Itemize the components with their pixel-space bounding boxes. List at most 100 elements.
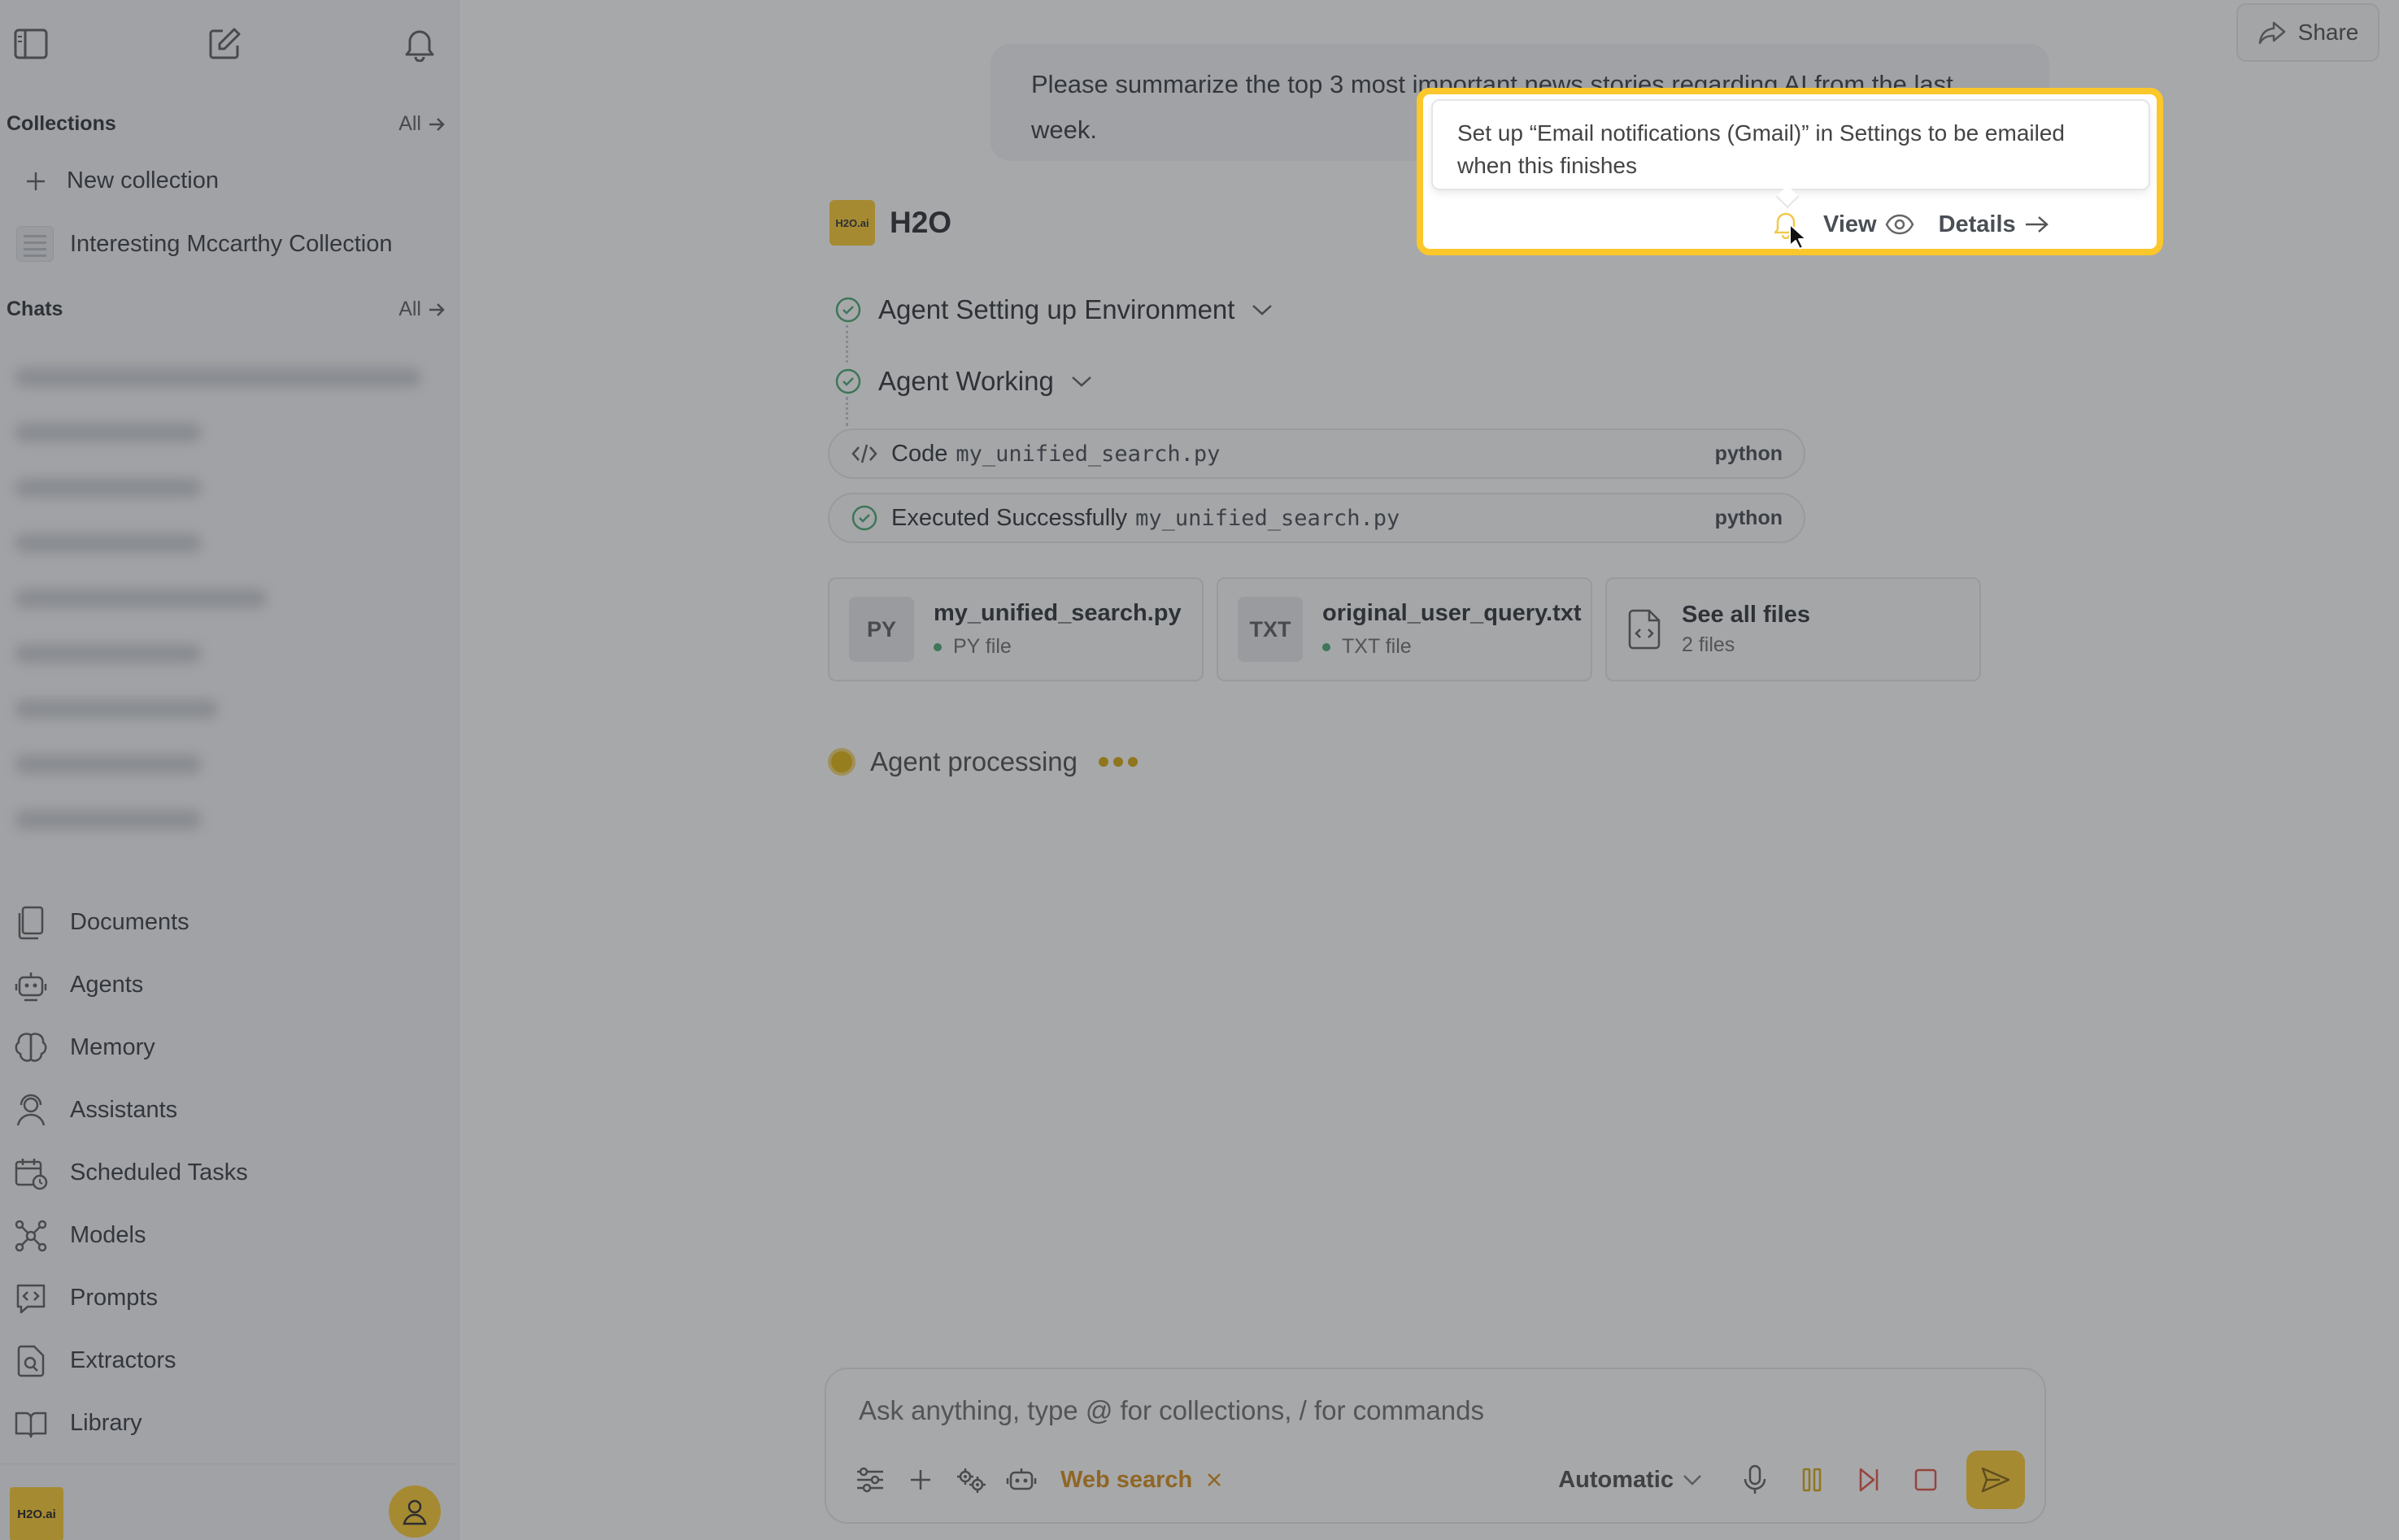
code-row-label: Code: [891, 440, 948, 467]
details-button[interactable]: Details: [1939, 211, 2050, 238]
nav-documents[interactable]: Documents: [13, 891, 444, 954]
chats-header: Chats All: [7, 298, 446, 321]
executed-row-filename: my_unified_search.py: [1135, 505, 1400, 531]
file-card-txt[interactable]: TXT original_user_query.txt TXT file: [1217, 577, 1592, 681]
nav-extractors[interactable]: Extractors: [13, 1329, 444, 1392]
nav-agents-label: Agents: [70, 972, 144, 998]
book-icon: [13, 1406, 49, 1442]
file-name: original_user_query.txt: [1322, 600, 1582, 626]
pause-icon[interactable]: [1796, 1464, 1828, 1496]
tooltip: Set up “Email notifications (Gmail)” in …: [1431, 99, 2150, 190]
composer-tools: Web search: [854, 1464, 1223, 1496]
bell-icon[interactable]: [398, 23, 441, 65]
composer: Ask anything, type @ for collections, / …: [825, 1368, 2046, 1524]
file-search-icon: [13, 1343, 49, 1379]
robot-icon: [13, 968, 49, 1003]
avatar[interactable]: [389, 1486, 441, 1538]
calendar-clock-icon: [13, 1155, 49, 1191]
assistant-icon: [13, 1093, 49, 1129]
view-button[interactable]: View: [1823, 211, 1914, 238]
nav-scheduled-tasks[interactable]: Scheduled Tasks: [13, 1142, 444, 1204]
collections-all-link[interactable]: All: [398, 112, 446, 136]
new-collection-button[interactable]: New collection: [24, 167, 219, 194]
nav-memory[interactable]: Memory: [13, 1016, 444, 1079]
prompt-icon: [13, 1281, 49, 1316]
agent-header: H2O.ai H2O: [829, 200, 951, 246]
file-card-py[interactable]: PY my_unified_search.py PY file: [828, 577, 1204, 681]
web-search-label: Web search: [1060, 1466, 1193, 1493]
share-button[interactable]: Share: [2236, 3, 2379, 62]
network-icon: [13, 1218, 49, 1254]
sidebar-nav: Documents Agents Memory Assistants Sched…: [13, 891, 444, 1455]
step-working[interactable]: Agent Working: [834, 366, 1093, 397]
chat-item[interactable]: [15, 460, 438, 516]
chat-item[interactable]: [15, 350, 438, 405]
plus-icon[interactable]: [904, 1464, 937, 1496]
chat-item[interactable]: [15, 405, 438, 460]
nav-library[interactable]: Library: [13, 1392, 444, 1455]
nav-documents-label: Documents: [70, 909, 189, 935]
collections-all-label: All: [398, 112, 421, 135]
file-name: my_unified_search.py: [934, 600, 1182, 626]
collection-item[interactable]: Interesting Mccarthy Collection: [16, 226, 393, 262]
mouse-cursor-icon: [1789, 224, 1807, 250]
file-badge: PY: [849, 597, 914, 662]
code-row[interactable]: Code my_unified_search.py python: [828, 429, 1805, 479]
close-icon[interactable]: [1205, 1471, 1223, 1489]
file-code-icon: [1628, 609, 1661, 650]
model-select-value: Automatic: [1558, 1466, 1674, 1493]
web-search-chip[interactable]: Web search: [1060, 1467, 1223, 1494]
chat-item[interactable]: [15, 626, 438, 681]
executed-row[interactable]: Executed Successfully my_unified_search.…: [828, 493, 1805, 543]
chats-title: Chats: [7, 298, 63, 320]
step-setup[interactable]: Agent Setting up Environment: [834, 294, 1274, 325]
arrow-right-icon: [429, 117, 445, 131]
sidebar-footer: H2O.ai: [0, 1464, 459, 1540]
nav-prompts[interactable]: Prompts: [13, 1267, 444, 1329]
eye-icon: [1885, 214, 1914, 235]
sliders-icon[interactable]: [854, 1464, 886, 1496]
microphone-icon[interactable]: [1739, 1464, 1771, 1496]
nav-assistants[interactable]: Assistants: [13, 1079, 444, 1142]
agent-processing: Agent processing: [828, 746, 1138, 777]
sidebar: Collections All New collection Interesti…: [0, 0, 459, 1540]
chevron-down-icon: [1683, 1475, 1701, 1486]
new-chat-icon[interactable]: [203, 23, 246, 65]
step-working-label: Agent Working: [878, 366, 1054, 396]
chat-item[interactable]: [15, 571, 438, 626]
view-label: View: [1823, 211, 1877, 237]
spotlight-actions: View Details: [1773, 210, 2050, 239]
nav-agents[interactable]: Agents: [13, 954, 444, 1016]
skip-forward-icon[interactable]: [1853, 1464, 1885, 1496]
file-type: TXT file: [1342, 635, 1412, 658]
chat-item[interactable]: [15, 792, 438, 847]
new-collection-label: New collection: [67, 167, 219, 194]
see-all-files-card[interactable]: See all files 2 files: [1605, 577, 1981, 681]
code-row-language: python: [1714, 442, 1783, 465]
see-all-title: See all files: [1682, 602, 1810, 628]
chat-item[interactable]: [15, 516, 438, 571]
code-icon: [851, 444, 877, 463]
gears-icon[interactable]: [955, 1464, 987, 1496]
processing-indicator: [828, 748, 856, 776]
check-circle-icon: [835, 368, 861, 394]
plus-icon: [27, 172, 45, 190]
nav-prompts-label: Prompts: [70, 1285, 158, 1311]
chevron-down-icon: [1252, 305, 1273, 315]
documents-icon: [13, 905, 49, 941]
chat-item[interactable]: [15, 681, 438, 737]
nav-models[interactable]: Models: [13, 1204, 444, 1267]
send-button[interactable]: [1966, 1451, 2025, 1509]
nav-assistants-label: Assistants: [70, 1097, 178, 1123]
see-all-count: 2 files: [1682, 633, 1735, 656]
step-connector: [846, 325, 848, 363]
sidebar-toggle-icon[interactable]: [10, 23, 52, 65]
chats-all-link[interactable]: All: [398, 298, 446, 321]
chat-input[interactable]: Ask anything, type @ for collections, / …: [859, 1395, 1484, 1426]
processing-label: Agent processing: [870, 746, 1078, 777]
model-select[interactable]: Automatic: [1558, 1467, 1703, 1494]
stop-icon[interactable]: [1909, 1464, 1942, 1496]
chats-all-label: All: [398, 298, 421, 320]
robot-icon[interactable]: [1005, 1464, 1038, 1496]
chat-item[interactable]: [15, 737, 438, 792]
